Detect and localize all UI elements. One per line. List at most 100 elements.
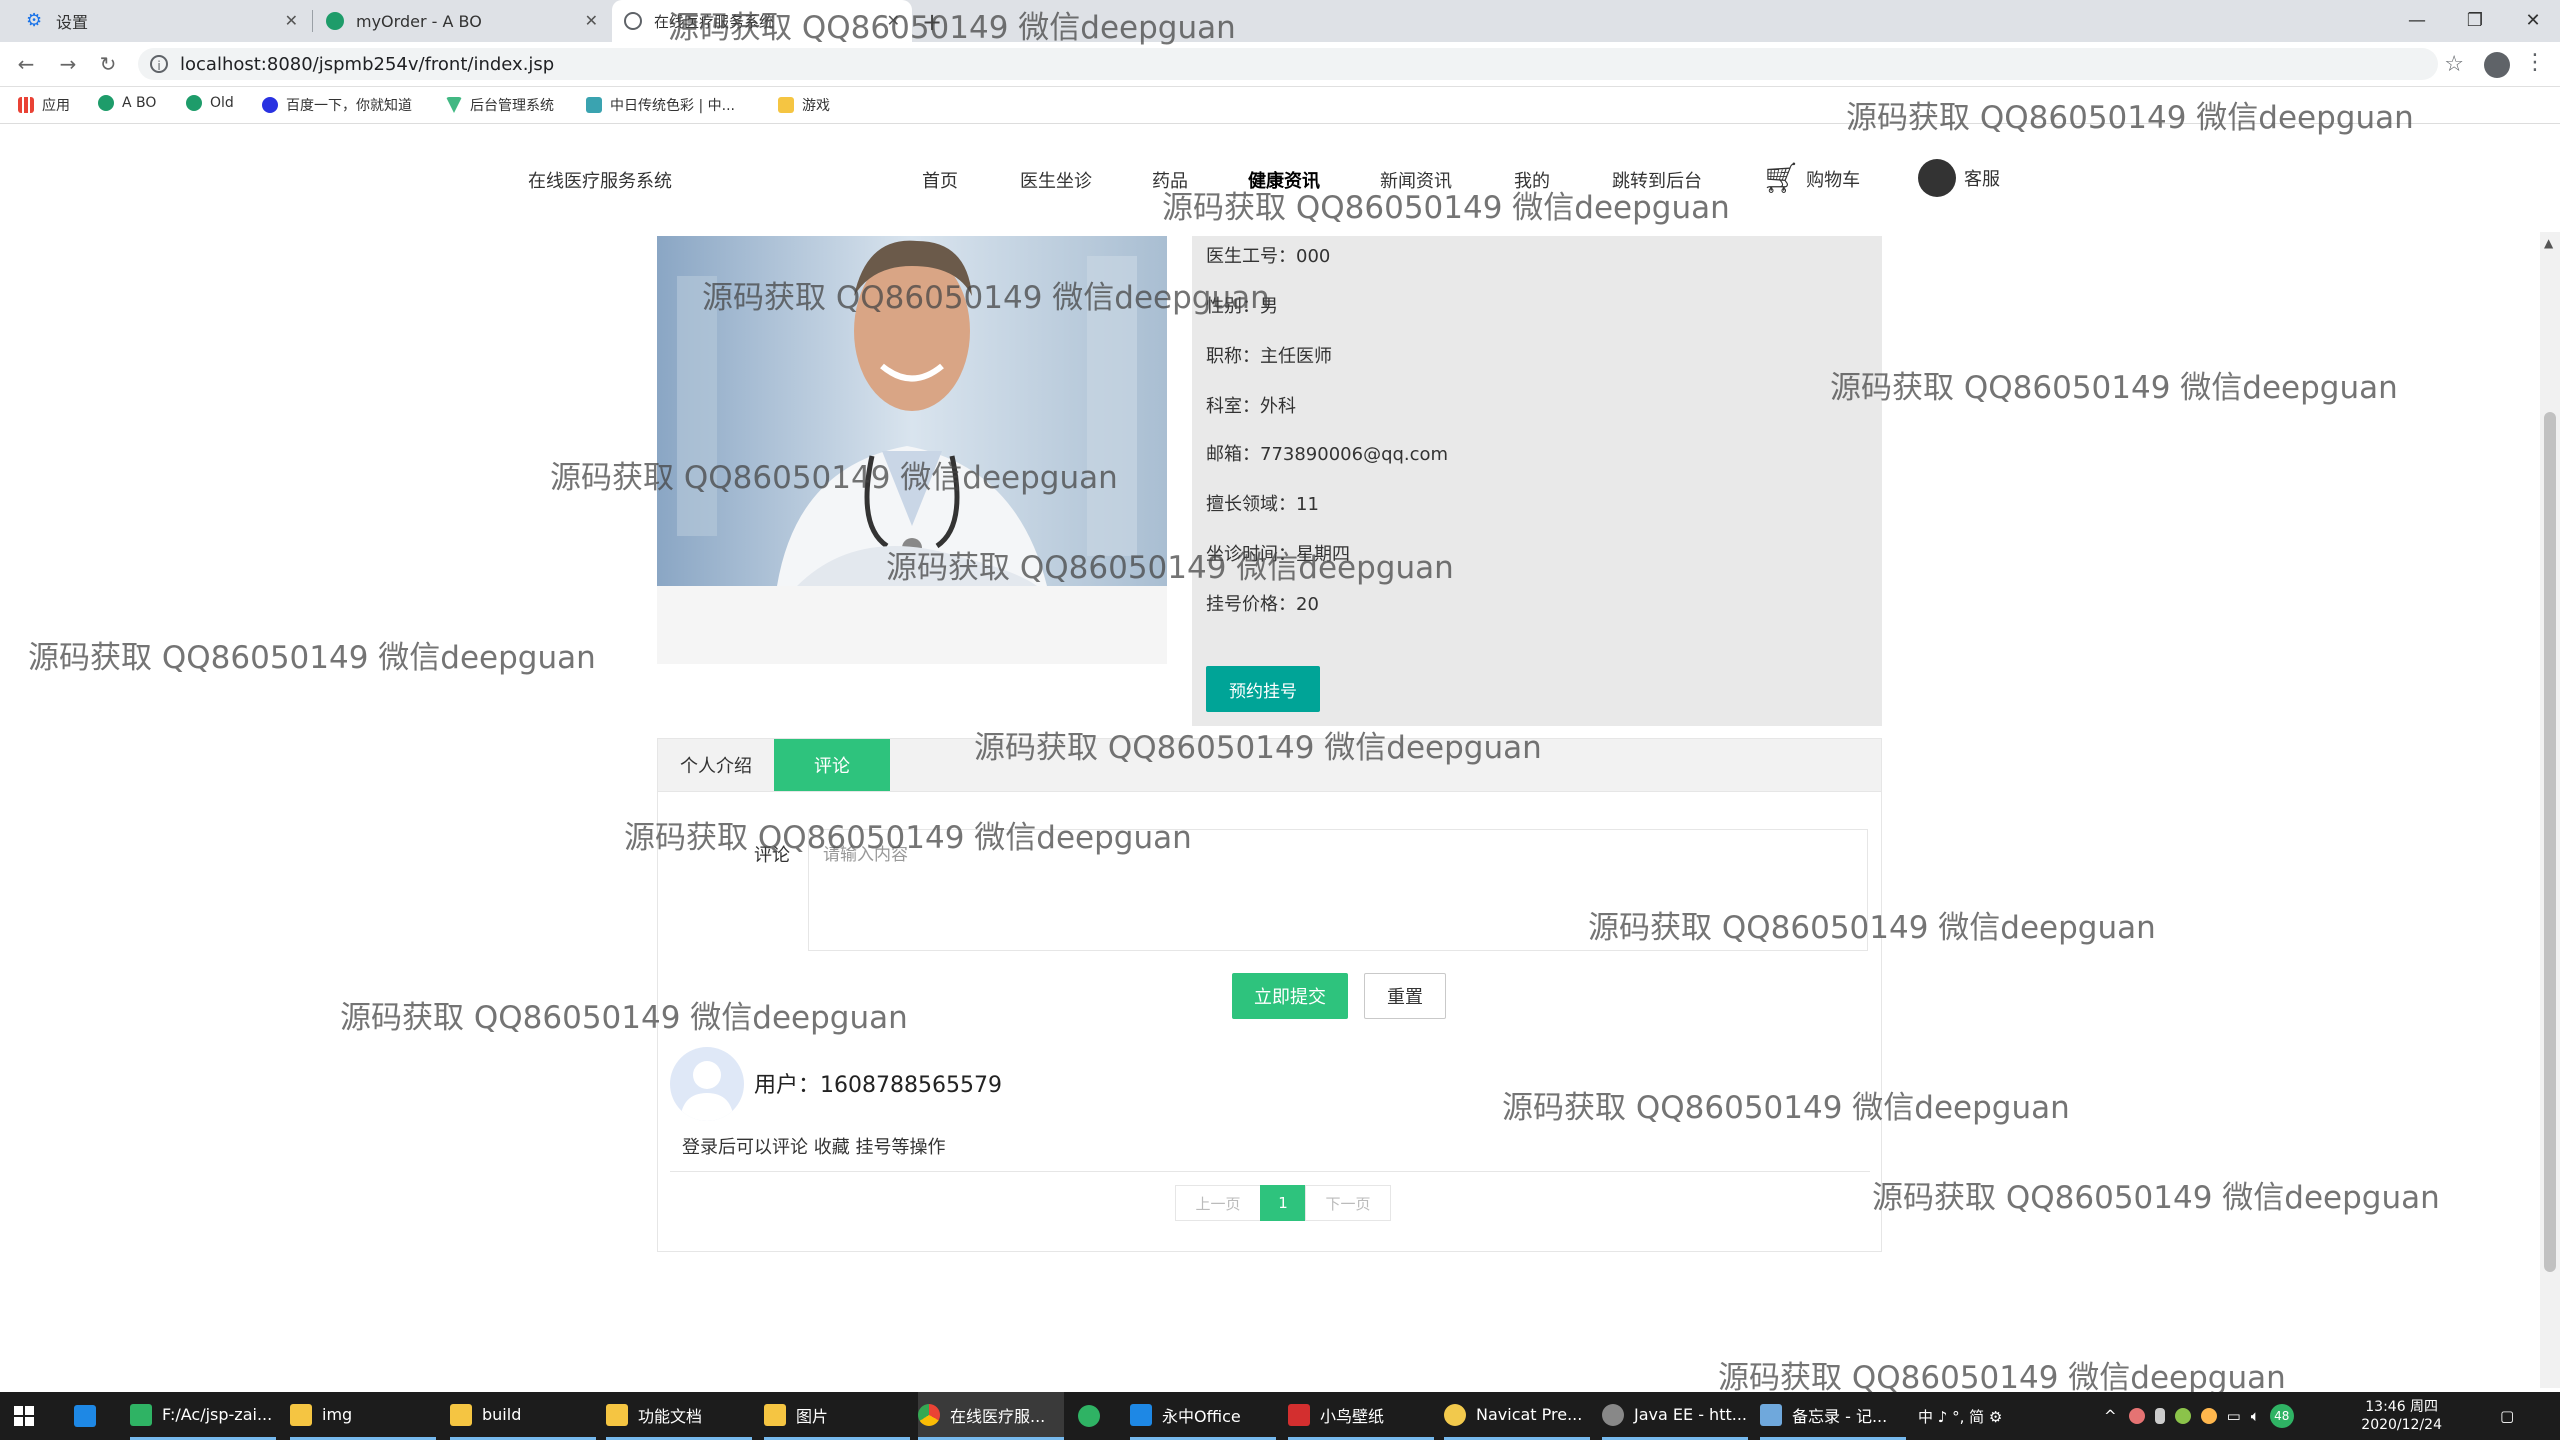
watermark: 源码获取 QQ86050149 微信deepguan [1502,1090,2070,1126]
scrollbar-thumb[interactable] [2544,412,2556,1272]
bookmark-old[interactable]: Old [186,95,234,111]
taskbar-item-docs[interactable]: 功能文档 [606,1392,752,1440]
info-label: 挂号价格： [1206,594,1296,615]
volume-icon[interactable]: 🔈︎ [2251,1407,2260,1425]
bookmark-label: 后台管理系统 [470,98,554,114]
info-icon: i [150,55,168,73]
url-input[interactable]: i localhost:8080/jspmb254v/front/index.j… [138,48,2438,80]
submit-button[interactable]: 立即提交 [1232,973,1348,1019]
taskbar-label: 小鸟壁纸 [1320,1406,1385,1426]
book-appointment-button[interactable]: 预约挂号 [1206,666,1320,712]
taskbar-label: Navicat Pre... [1476,1405,1583,1424]
bookmark-star-icon[interactable]: ☆ [2444,52,2464,77]
taskbar-label: F:/Ac/jsp-zai... [162,1405,273,1424]
tab-comments[interactable]: 评论 [774,739,890,791]
prev-page-button[interactable]: 上一页 [1175,1185,1261,1221]
action-center-icon[interactable]: ▢ [2500,1392,2514,1440]
chevron-up-icon[interactable]: ^ [2104,1407,2117,1425]
bookmark-abo[interactable]: A BO [98,95,156,111]
back-icon[interactable]: ← [12,50,40,78]
watermark: 源码获取 QQ86050149 微信deepguan [886,550,1454,586]
taskbar-item-wallpaper[interactable]: 小鸟壁纸 [1288,1392,1434,1440]
close-icon[interactable]: ✕ [285,11,298,30]
taskbar-pinned-app[interactable] [74,1392,106,1440]
tab-myorder[interactable]: myOrder - A BO ✕ [314,0,610,42]
bookmark-admin[interactable]: 后台管理系统 [446,95,554,115]
pagination: 上一页 1 下一页 [1175,1185,1391,1221]
windows-start-icon[interactable] [14,1392,46,1440]
profile-icon[interactable] [2484,52,2510,78]
gear-icon: ⚙ [26,10,43,31]
watermark: 源码获取 QQ86050149 微信deepguan [1718,1360,2286,1396]
tab-introduction[interactable]: 个人介绍 [658,739,774,791]
folder-icon [450,1403,472,1426]
nav-doctors[interactable]: 医生坐诊 [1020,167,1092,193]
bird-icon [1288,1403,1310,1426]
bookmark-apps[interactable]: 应用 [18,95,70,115]
taskbar-item-hbuilder[interactable]: F:/Ac/jsp-zai... [130,1392,276,1440]
chrome-icon [918,1403,940,1426]
folder-icon [290,1403,312,1426]
ime-tray[interactable]: 中 ♪ °, 简 ⚙ [1918,1392,2002,1440]
watermark: 源码获取 QQ86050149 微信deepguan [1162,190,1730,226]
hbuilder-icon [130,1403,152,1426]
close-window-icon[interactable]: ✕ [2504,0,2560,40]
taskbar-item-eclipse[interactable]: Java EE - htt... [1602,1392,1748,1440]
minimize-icon[interactable]: — [2388,0,2446,40]
bookmark-baidu[interactable]: 百度一下，你就知道 [262,95,412,115]
bookmark-label: 中日传统色彩 | 中... [610,98,735,114]
watermark: 源码获取 QQ86050149 微信deepguan [1846,100,2414,136]
tab-settings[interactable]: ⚙ 设置 ✕ [14,0,310,42]
scroll-up-icon[interactable]: ▲ [2544,236,2553,250]
taskbar-item-navicat[interactable]: Navicat Pre... [1444,1392,1590,1440]
clock-time: 13:46 周四 [2365,1399,2439,1415]
nav-home[interactable]: 首页 [922,167,958,193]
taskbar-item-pictures[interactable]: 图片 [764,1392,910,1440]
leaf-icon [326,12,344,30]
watermark: 源码获取 QQ86050149 微信deepguan [974,730,1542,766]
bookmark-colors[interactable]: 中日传统色彩 | 中... [586,95,735,115]
tray-app-icon[interactable] [2200,1408,2217,1424]
wechat-icon [1918,159,1956,197]
bookmark-games[interactable]: 游戏 [778,95,830,115]
tray-app-icon[interactable] [2128,1408,2145,1424]
clock[interactable]: 13:46 周四 2020/12/24 [2361,1398,2442,1434]
comment-user: 用户：1608788565579 [754,1073,1002,1098]
taskbar-item-img[interactable]: img [290,1392,436,1440]
network-icon[interactable]: ▭ [2227,1407,2241,1425]
site-logo[interactable]: 在线医疗服务系统 [528,167,672,193]
info-value: 000 [1296,246,1331,267]
watermark: 源码获取 QQ86050149 微信deepguan [1830,370,2398,406]
taskbar-item-notepad[interactable]: 备忘录 - 记... [1760,1392,1906,1440]
forward-icon[interactable]: → [54,50,82,78]
doctor-info-panel: 医生工号：000 性别：男 职称：主任医师 科室：外科 邮箱：773890006… [1192,236,1882,726]
nav-service[interactable]: 客服 [1918,159,2000,197]
reload-icon[interactable]: ↻ [94,50,122,78]
watermark: 源码获取 QQ86050149 微信deepguan [1872,1180,2440,1216]
notepad-icon [1760,1403,1782,1426]
taskbar-item-build[interactable]: build [450,1392,596,1440]
notification-badge[interactable]: 48 [2269,1404,2294,1428]
user-icon [680,1061,734,1121]
tab-title: myOrder - A BO [356,11,482,31]
mic-icon[interactable] [2154,1408,2165,1424]
taskbar-item-chrome[interactable]: 在线医疗服... [918,1392,1064,1440]
tray-icons[interactable]: ^ ▭ 🔈︎ 48 [2104,1392,2294,1440]
next-page-button[interactable]: 下一页 [1305,1185,1391,1221]
close-icon[interactable]: ✕ [585,11,598,30]
info-label: 科室： [1206,396,1260,417]
tray-app-icon[interactable] [2174,1408,2191,1424]
nav-cart[interactable]: 🛒︎ 购物车 [1762,161,1860,196]
restore-icon[interactable]: ❐ [2446,0,2504,40]
divider [670,1171,1870,1172]
taskbar-item-office[interactable]: 永中Office [1130,1392,1276,1440]
page-scrollbar[interactable]: ▲ [2540,232,2560,1388]
url-text: localhost:8080/jspmb254v/front/index.jsp [180,53,555,75]
taskbar-item-green-app[interactable] [1078,1392,1110,1440]
app-icon [1078,1405,1100,1427]
info-value: 20 [1296,594,1319,615]
info-value: 773890006@qq.com [1260,444,1449,465]
current-page[interactable]: 1 [1260,1185,1306,1221]
menu-icon[interactable]: ⋮ [2524,50,2546,75]
reset-button[interactable]: 重置 [1364,973,1446,1019]
